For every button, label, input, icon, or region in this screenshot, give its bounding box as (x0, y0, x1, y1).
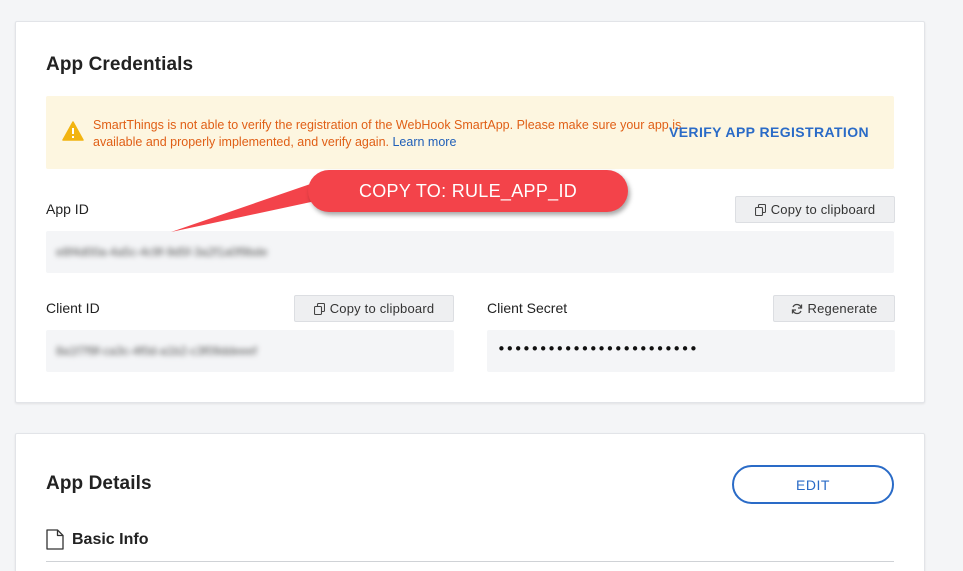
app-id-label: App ID (46, 201, 89, 217)
app-id-value: e8f4d00a-4a5c-4c9f-9d5f-3a2f1a0f9bde (56, 245, 268, 259)
refresh-icon (791, 303, 802, 314)
basic-info-label: Basic Info (72, 530, 149, 548)
client-id-field[interactable]: 8a1f7f9f-ca3c-4f0d-a1b2-c3f09ddeeef (46, 330, 454, 372)
app-id-field[interactable]: e8f4d00a-4a5c-4c9f-9d5f-3a2f1a0f9bde (46, 231, 894, 273)
details-title: App Details (46, 473, 152, 494)
app-id-copy-button[interactable]: Copy to clipboard (735, 196, 895, 223)
annotation-callout: COPY TO: RULE_APP_ID (308, 170, 628, 212)
verification-warning-banner: SmartThings is not able to verify the re… (46, 96, 894, 169)
basic-info-header: Basic Info (46, 529, 148, 550)
copy-icon (313, 302, 325, 315)
warning-message: SmartThings is not able to verify the re… (93, 117, 683, 151)
app-details-card: App Details EDIT Basic Info (15, 433, 925, 571)
client-id-copy-label: Copy to clipboard (329, 301, 435, 316)
client-id-value: 8a1f7f9f-ca3c-4f0d-a1b2-c3f09ddeeef (56, 344, 257, 358)
section-divider (46, 561, 894, 562)
credentials-title: App Credentials (46, 54, 194, 75)
learn-more-link[interactable]: Learn more (392, 135, 456, 149)
document-icon (46, 529, 64, 550)
regenerate-label: Regenerate (807, 301, 878, 316)
verify-app-registration-button[interactable]: VERIFY APP REGISTRATION (669, 124, 869, 140)
edit-button[interactable]: EDIT (732, 465, 894, 504)
client-secret-field[interactable]: •••••••••••••••••••••••• (487, 330, 895, 372)
warning-triangle-icon (62, 121, 84, 141)
app-id-copy-label: Copy to clipboard (770, 202, 876, 217)
client-secret-value: •••••••••••••••••••••••• (497, 340, 698, 358)
client-id-label: Client ID (46, 300, 100, 316)
regenerate-button[interactable]: Regenerate (773, 295, 895, 322)
copy-icon (754, 203, 766, 216)
warning-message-text: SmartThings is not able to verify the re… (93, 118, 682, 149)
app-credentials-card: App Credentials SmartThings is not able … (15, 21, 925, 403)
client-secret-label: Client Secret (487, 300, 568, 316)
client-id-copy-button[interactable]: Copy to clipboard (294, 295, 454, 322)
